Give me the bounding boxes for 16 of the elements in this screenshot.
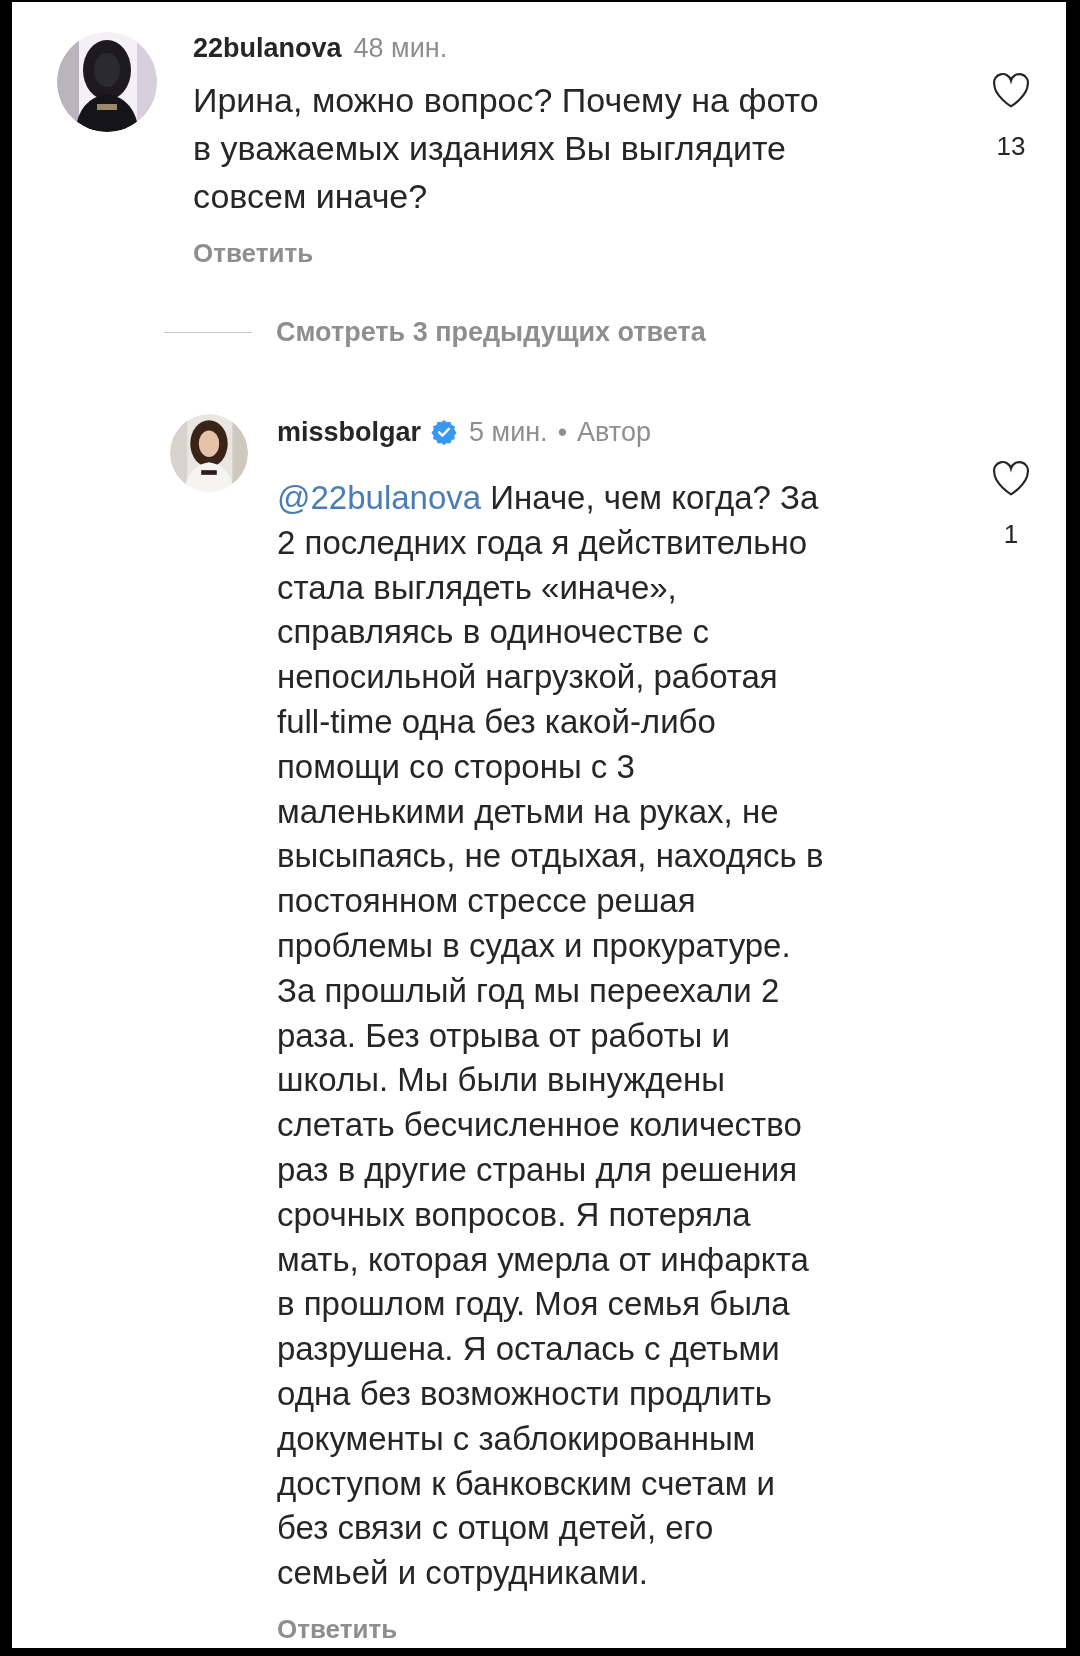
comment-meta: 48 мин.	[353, 32, 448, 64]
reply-button[interactable]: Ответить	[277, 1613, 398, 1645]
like-icon[interactable]	[991, 72, 1031, 109]
username[interactable]: 22bulanova	[193, 32, 342, 64]
comment-meta: •	[557, 416, 568, 448]
comment-text: @22bulanova Иначе, чем когда? За 2 последних года я действительно стала выглядеть «иначе», справляясь в одиночестве с непосильной нагрузкой, работая full-time одна без какой-либо помощи со стороны с 3 маленькими детьми на руках, не высыпаясь, не отдыхая, находясь в постоянном стрессе решая проблемы в судах и прокуратуре. За прошлый год мы переехали 2 раза. Без отрыва от работы и школы. Мы были вынуждены слетать бесчисленное количество раз в другие страны для решения срочных вопросов. Я потеряла мать, которая умерла от инфаркта в прошлом году. Моя семья была разрушена. Я осталась с детьми одна без возможности продлить документы с заблокированным доступом к банковским счетам и без связи с отцом детей, его семьей и сотрудниками.	[277, 478, 825, 1594]
like-count: 13	[996, 131, 1026, 162]
view-replies-link[interactable]: Смотреть 3 предыдущих ответа	[276, 317, 706, 348]
like-icon[interactable]	[991, 460, 1031, 497]
comment-meta: Автор	[577, 416, 651, 448]
comment-text: Ирина, можно вопрос? Почему на фото в уважаемых изданиях Вы выглядите совсем иначе?	[193, 80, 820, 217]
username[interactable]: missbolgar	[277, 416, 422, 448]
mention-link[interactable]: @22bulanova	[277, 479, 482, 516]
comment-meta: 5 мин.	[469, 416, 548, 448]
like-count: 1	[1003, 519, 1019, 550]
reply-button[interactable]: Ответить	[193, 238, 314, 269]
